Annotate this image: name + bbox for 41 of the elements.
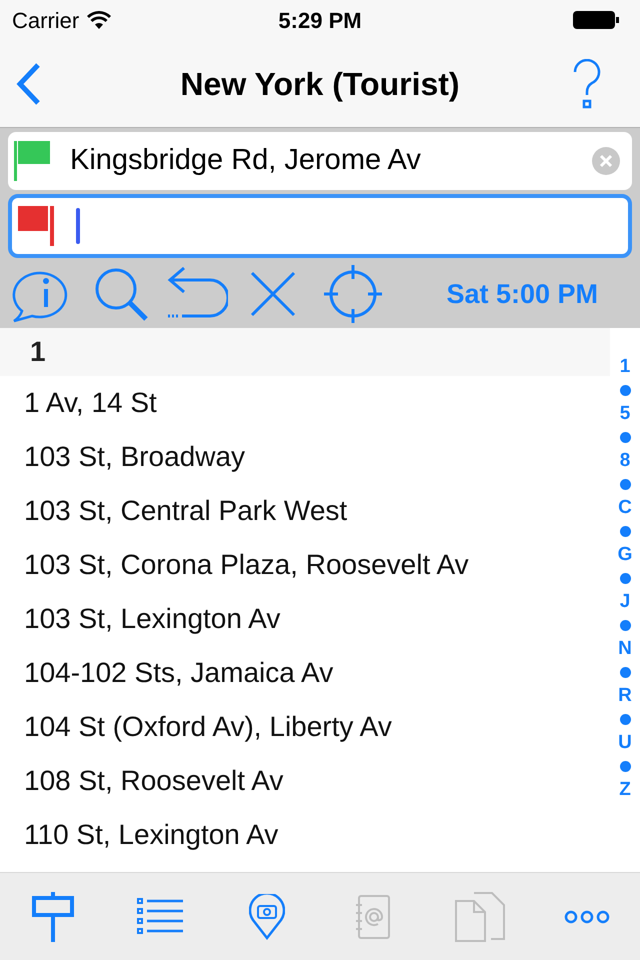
stop-list-item[interactable]: 108 St, Roosevelt Av bbox=[0, 754, 610, 808]
nav-title: New York (Tourist) bbox=[180, 64, 460, 104]
carrier-label: Carrier bbox=[12, 6, 80, 34]
index-letter[interactable]: U bbox=[618, 732, 632, 754]
start-flag-icon bbox=[14, 141, 50, 181]
index-letter[interactable]: 5 bbox=[620, 403, 630, 425]
crosshair-icon[interactable] bbox=[324, 265, 382, 323]
battery-icon bbox=[572, 10, 620, 30]
stop-list-item[interactable]: 103 St, Corona Plaza, Roosevelt Av bbox=[0, 538, 610, 592]
clear-icon[interactable] bbox=[592, 147, 620, 175]
stop-list-item[interactable]: 104 St (Oxford Av), Liberty Av bbox=[0, 700, 610, 754]
index-letter[interactable]: 1 bbox=[620, 356, 630, 378]
more-icon bbox=[564, 910, 610, 924]
stop-list-item[interactable]: 104-102 Sts, Jamaica Av bbox=[0, 646, 610, 700]
index-letter[interactable]: R bbox=[618, 685, 632, 707]
stop-list-item[interactable]: 103 St, Broadway bbox=[0, 430, 610, 484]
index-letter[interactable]: N bbox=[618, 638, 632, 660]
index-letter[interactable]: J bbox=[620, 591, 630, 613]
search-icon[interactable] bbox=[94, 267, 148, 321]
destination-flag-icon bbox=[18, 206, 54, 246]
clock-label: 5:29 PM bbox=[278, 6, 362, 34]
destination-field[interactable] bbox=[8, 194, 632, 258]
index-letter[interactable]: 8 bbox=[620, 450, 630, 472]
documents-icon bbox=[454, 892, 505, 942]
address-book-icon bbox=[356, 894, 390, 938]
text-cursor bbox=[76, 208, 80, 244]
departure-time-button[interactable]: Sat 5:00 PM bbox=[446, 274, 598, 314]
wifi-icon bbox=[87, 11, 112, 29]
close-icon[interactable] bbox=[250, 271, 296, 317]
index-letter[interactable]: G bbox=[618, 544, 632, 566]
section-header: 1 bbox=[30, 335, 46, 369]
index-letter[interactable]: C bbox=[618, 497, 632, 519]
signpost-icon bbox=[32, 892, 74, 942]
index-letter[interactable]: Z bbox=[619, 779, 631, 801]
camera-pin-icon bbox=[248, 894, 285, 940]
stop-list-item[interactable]: 1 Av, 14 St bbox=[0, 376, 610, 430]
list-icon bbox=[136, 898, 183, 936]
stop-list-item[interactable]: 110 St, Lexington Av bbox=[0, 808, 610, 862]
stop-list-item[interactable]: 103 St, Lexington Av bbox=[0, 592, 610, 646]
stop-list-item[interactable]: 103 St, Central Park West bbox=[0, 484, 610, 538]
start-field[interactable]: Kingsbridge Rd, Jerome Av bbox=[8, 132, 632, 190]
